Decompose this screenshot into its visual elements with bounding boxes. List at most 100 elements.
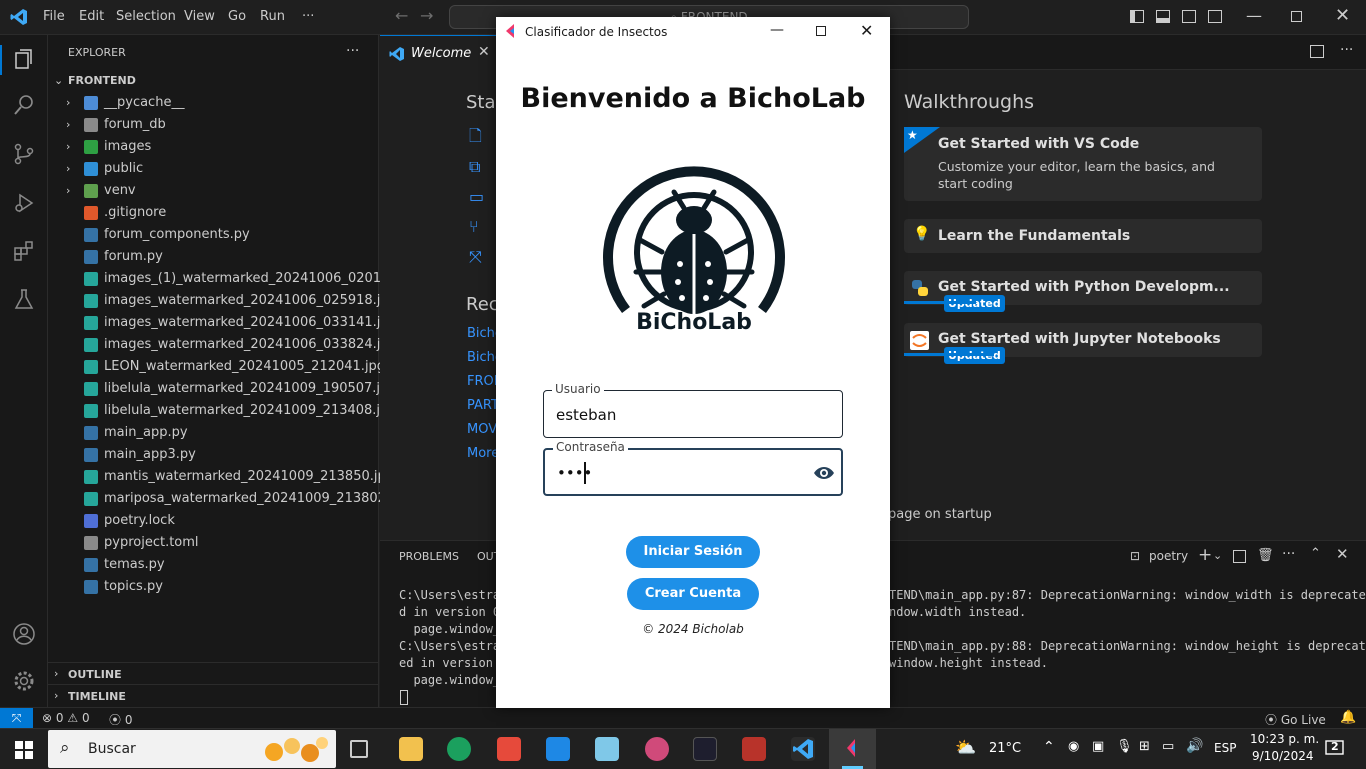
run-debug-icon[interactable] bbox=[12, 191, 36, 215]
windows-start-icon[interactable] bbox=[15, 741, 33, 759]
app-minimize-icon[interactable]: — bbox=[770, 22, 784, 38]
toggle-primary-sidebar-icon[interactable] bbox=[1130, 10, 1144, 23]
new-file-icon[interactable]: 🗋 bbox=[469, 125, 482, 152]
open-folder-icon[interactable]: ▭ bbox=[469, 187, 484, 206]
customize-layout-icon[interactable] bbox=[1208, 10, 1222, 23]
editor-more-button[interactable]: ··· bbox=[1340, 42, 1353, 58]
weather-temp[interactable]: 21°C bbox=[989, 741, 1021, 756]
outline-section[interactable]: › OUTLINE bbox=[48, 662, 379, 684]
language-indicator[interactable]: ESP bbox=[1214, 741, 1236, 755]
timeline-section[interactable]: › TIMELINE bbox=[48, 684, 379, 706]
close-panel-icon[interactable]: ✕ bbox=[1336, 545, 1349, 563]
store-icon[interactable] bbox=[497, 737, 521, 761]
tab-close-icon[interactable]: ✕ bbox=[478, 44, 490, 60]
username-field[interactable]: Usuario esteban bbox=[543, 382, 843, 438]
show-password-eye-icon[interactable] bbox=[813, 465, 835, 481]
file-item[interactable]: mantis_watermarked_20241009_213850.jpg bbox=[48, 466, 394, 488]
file-item[interactable]: temas.py bbox=[48, 554, 379, 576]
app-maximize-icon[interactable] bbox=[816, 26, 826, 36]
folder-item[interactable]: › forum_db bbox=[48, 114, 379, 136]
menu-more[interactable]: ··· bbox=[302, 9, 314, 24]
problems-status[interactable]: ⊗ 0 ⚠ 0 bbox=[42, 711, 90, 725]
tray-chevron-up-icon[interactable]: ⌃ bbox=[1043, 739, 1055, 755]
walkthrough-card-vscode[interactable]: ★ Get Started with VS Code Customize you… bbox=[904, 127, 1262, 201]
microphone-icon[interactable]: 🎙 bbox=[1116, 739, 1133, 754]
webex-icon[interactable] bbox=[693, 737, 717, 761]
file-item[interactable]: .gitignore bbox=[48, 202, 379, 224]
forward-arrow-icon[interactable]: → bbox=[420, 6, 433, 25]
clock-time[interactable]: 10:23 p. m. bbox=[1250, 732, 1319, 746]
extensions-icon[interactable] bbox=[12, 239, 36, 263]
app-close-icon[interactable]: ✕ bbox=[860, 21, 873, 40]
mail-icon[interactable] bbox=[546, 737, 570, 761]
notification-center-icon[interactable]: 2 bbox=[1325, 739, 1344, 758]
close-icon[interactable]: ✕ bbox=[1335, 5, 1350, 26]
menu-view[interactable]: View bbox=[184, 9, 215, 24]
login-button[interactable]: Iniciar Sesión bbox=[626, 536, 760, 568]
file-item[interactable]: forum_components.py bbox=[48, 224, 379, 246]
file-item[interactable]: pyproject.toml bbox=[48, 532, 379, 554]
camera-icon[interactable]: ▣ bbox=[1092, 739, 1104, 754]
clone-repo-icon[interactable]: ⑂ bbox=[469, 217, 479, 236]
accounts-icon[interactable] bbox=[12, 622, 36, 646]
toggle-secondary-sidebar-icon[interactable] bbox=[1182, 10, 1196, 23]
menu-edit[interactable]: Edit bbox=[79, 9, 104, 24]
recent-item-link[interactable]: PART bbox=[467, 398, 499, 413]
tab-problems[interactable]: PROBLEMS bbox=[399, 550, 459, 563]
back-arrow-icon[interactable]: ← bbox=[395, 6, 408, 25]
winrar-icon[interactable] bbox=[742, 737, 766, 761]
remote-connect-icon[interactable]: ⤧ bbox=[469, 247, 482, 267]
file-explorer-icon[interactable] bbox=[399, 737, 423, 761]
open-file-icon[interactable]: ⧉ bbox=[469, 157, 480, 177]
network-icon[interactable]: ▭ bbox=[1162, 739, 1174, 754]
tray-app-icon[interactable]: ◉ bbox=[1068, 739, 1079, 754]
file-item[interactable]: libelula_watermarked_20241009_213408.jpg bbox=[48, 400, 397, 422]
tab-welcome[interactable]: Welcome ✕ bbox=[380, 35, 498, 70]
walkthrough-card-jupyter[interactable]: Get Started with Jupyter NotebooksUpdate… bbox=[904, 323, 1262, 364]
walkthrough-card-fundamentals[interactable]: 💡 Learn the Fundamentals bbox=[904, 219, 1262, 253]
chevron-down-icon[interactable]: ⌄ bbox=[1213, 549, 1222, 562]
remote-indicator-icon[interactable]: ⤧ bbox=[0, 708, 33, 729]
explorer-more-button[interactable]: ··· bbox=[346, 43, 359, 59]
restore-icon[interactable] bbox=[1291, 11, 1302, 22]
folder-item[interactable]: › __pycache__ bbox=[48, 92, 379, 114]
file-item[interactable]: images_watermarked_20241006_033824.jpg bbox=[48, 334, 397, 356]
walkthrough-card-python[interactable]: Get Started with Python Developm...Updat… bbox=[904, 271, 1262, 312]
menu-run[interactable]: Run bbox=[260, 9, 285, 24]
location-icon[interactable]: ⊞ bbox=[1139, 739, 1150, 754]
file-item[interactable]: topics.py bbox=[48, 576, 379, 598]
vscode-taskbar-icon[interactable] bbox=[791, 737, 815, 761]
notifications-bell-icon[interactable]: 🔔 bbox=[1340, 710, 1356, 725]
file-item[interactable]: images_watermarked_20241006_033141.jpg bbox=[48, 312, 397, 334]
settings-gear-icon[interactable] bbox=[12, 669, 36, 693]
split-editor-icon[interactable] bbox=[1310, 45, 1324, 58]
folder-item[interactable]: › venv bbox=[48, 180, 379, 202]
terminal-name[interactable]: poetry bbox=[1149, 549, 1188, 563]
split-terminal-icon[interactable] bbox=[1233, 550, 1246, 563]
password-field[interactable]: Contraseña •••• bbox=[543, 440, 843, 496]
folder-item[interactable]: › images bbox=[48, 136, 379, 158]
flet-app-taskbar-button[interactable] bbox=[829, 729, 876, 769]
file-item[interactable]: main_app3.py bbox=[48, 444, 379, 466]
workspace-root[interactable]: ⌄ FRONTEND bbox=[48, 70, 379, 92]
file-item[interactable]: mariposa_watermarked_20241009_213802.jpg bbox=[48, 488, 410, 510]
file-item[interactable]: main_app.py bbox=[48, 422, 379, 444]
file-item[interactable]: images_(1)_watermarked_20241006_020156.j… bbox=[48, 268, 422, 290]
create-account-button[interactable]: Crear Cuenta bbox=[627, 578, 759, 610]
file-item[interactable]: forum.py bbox=[48, 246, 379, 268]
panel-more-button[interactable]: ··· bbox=[1282, 546, 1295, 562]
testing-flask-icon[interactable] bbox=[12, 287, 36, 311]
clock-date[interactable]: 9/10/2024 bbox=[1252, 749, 1314, 763]
go-live-button[interactable]: ⦿ Go Live bbox=[1265, 711, 1326, 728]
taskbar-search[interactable]: ⌕ Buscar bbox=[48, 730, 336, 768]
search-activity-icon[interactable] bbox=[12, 93, 36, 117]
trash-icon[interactable]: 🗑 bbox=[1257, 548, 1274, 563]
minimize-icon[interactable]: — bbox=[1246, 6, 1262, 25]
paint-app-icon[interactable] bbox=[645, 737, 669, 761]
folder-item[interactable]: › public bbox=[48, 158, 379, 180]
maximize-panel-icon[interactable]: ⌃ bbox=[1310, 546, 1321, 561]
menu-file[interactable]: File bbox=[43, 9, 65, 24]
edge-icon[interactable] bbox=[447, 737, 471, 761]
task-view-icon[interactable] bbox=[350, 740, 368, 758]
menu-selection[interactable]: Selection bbox=[116, 9, 176, 24]
